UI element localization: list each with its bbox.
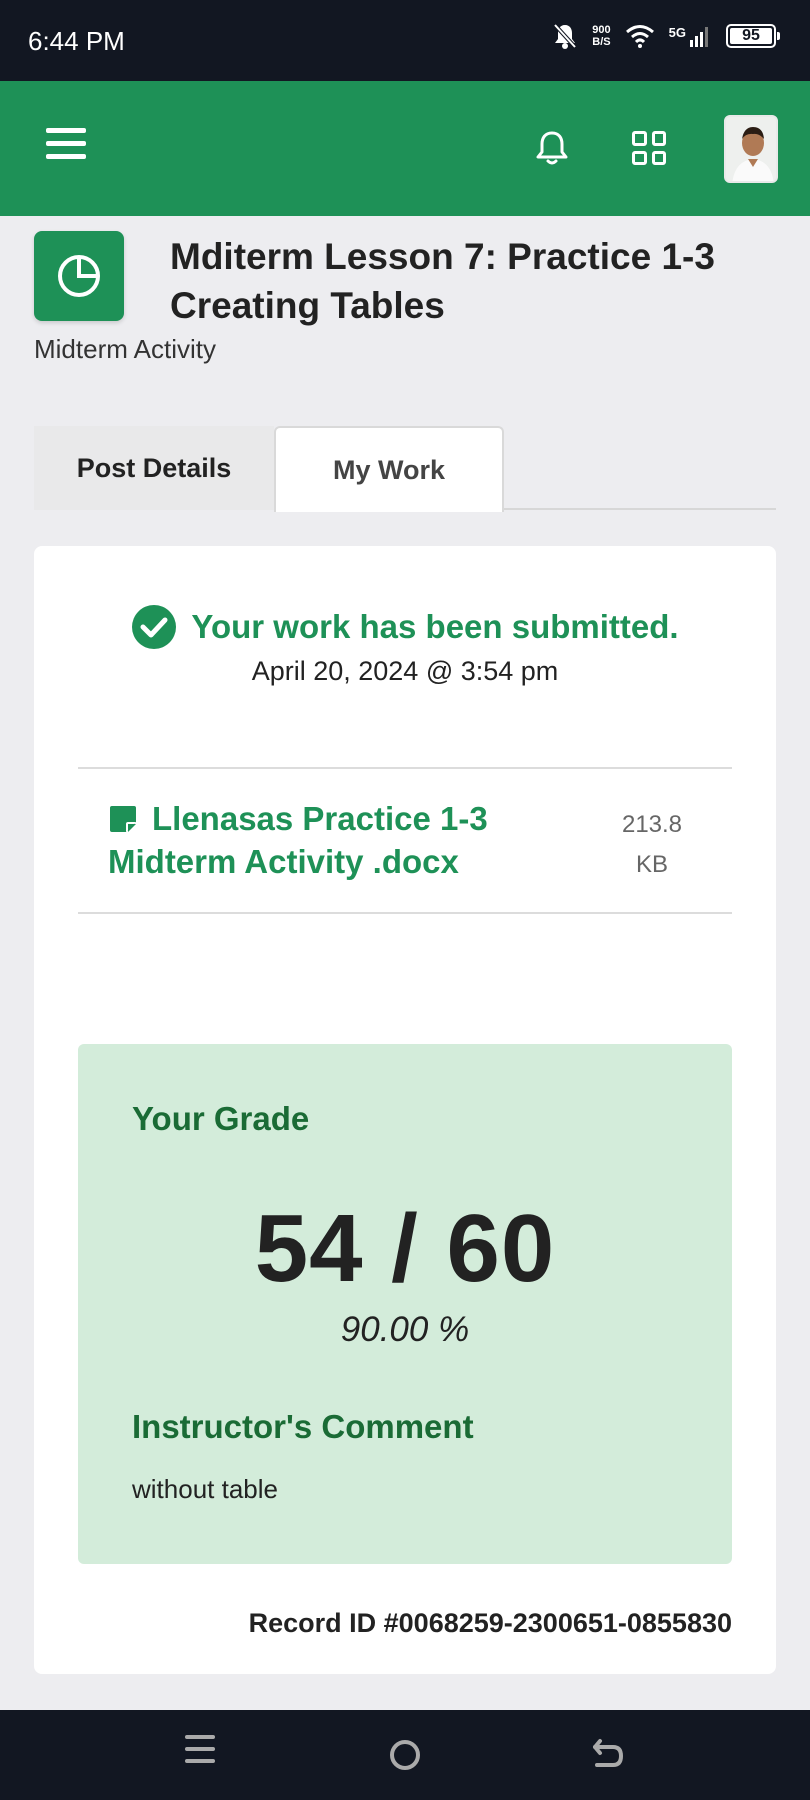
my-work-card: Your work has been submitted. April 20, … (34, 546, 776, 1674)
menu-icon[interactable] (46, 128, 86, 164)
attachment-row: Llenasas Practice 1-3 Midterm Activity .… (78, 767, 732, 914)
mute-bell-icon (553, 23, 577, 49)
page-content: Mditerm Lesson 7: Practice 1-3 Creating … (0, 216, 810, 1710)
comment-text: without table (132, 1474, 278, 1504)
tab-bar: Post Details My Work (34, 426, 776, 512)
net-speed: 900 B/S (592, 24, 611, 48)
comment-label: Instructor's Comment (132, 1408, 474, 1445)
battery-icon: 95 (726, 24, 780, 48)
submission-status-text: Your work has been submitted. (191, 608, 679, 645)
back-icon[interactable] (587, 1735, 627, 1775)
grade-percent: 90.00 % (340, 1310, 470, 1349)
record-id: Record ID #0068259-2300651-0855830 (248, 1608, 732, 1638)
battery-level: 95 (742, 27, 760, 44)
apps-grid-icon[interactable] (632, 131, 666, 165)
app-bar (0, 81, 810, 216)
system-nav-bar (0, 1710, 810, 1800)
signal-indicator: 5G (669, 25, 712, 47)
network-type: 5G (668, 25, 686, 40)
tab-my-work[interactable]: My Work (274, 426, 504, 512)
recent-apps-icon[interactable] (185, 1735, 225, 1775)
check-circle-icon (132, 605, 177, 649)
page-subtitle: Midterm Activity (34, 334, 217, 364)
grade-score: 54 / 60 (254, 1195, 556, 1302)
bell-icon[interactable] (531, 127, 573, 169)
attachment-name: Llenasas Practice 1-3 Midterm Activity .… (108, 800, 488, 880)
submission-status: Your work has been submitted. (34, 604, 776, 650)
tab-post-details[interactable]: Post Details (34, 426, 274, 510)
signal-icon (690, 27, 708, 47)
pie-chart-icon (34, 231, 124, 321)
wifi-icon (625, 25, 654, 48)
attachment-link[interactable]: Llenasas Practice 1-3 Midterm Activity .… (108, 797, 568, 883)
document-icon (110, 806, 136, 832)
home-icon[interactable] (385, 1735, 425, 1775)
submission-date: April 20, 2024 @ 3:54 pm (251, 656, 559, 686)
status-icons: 900 B/S 5G 95 (552, 22, 780, 50)
avatar[interactable] (724, 115, 778, 183)
attachment-size: 213.8 KB (621, 811, 683, 878)
grade-panel: Your Grade 54 / 60 90.00 % Instructor's … (78, 1044, 732, 1564)
status-bar: 6:44 PM 900 B/S 5G 95 (0, 0, 810, 81)
status-time: 6:44 PM (28, 26, 125, 56)
grade-label: Your Grade (132, 1100, 310, 1137)
page-title: Mditerm Lesson 7: Practice 1-3 Creating … (170, 236, 715, 326)
